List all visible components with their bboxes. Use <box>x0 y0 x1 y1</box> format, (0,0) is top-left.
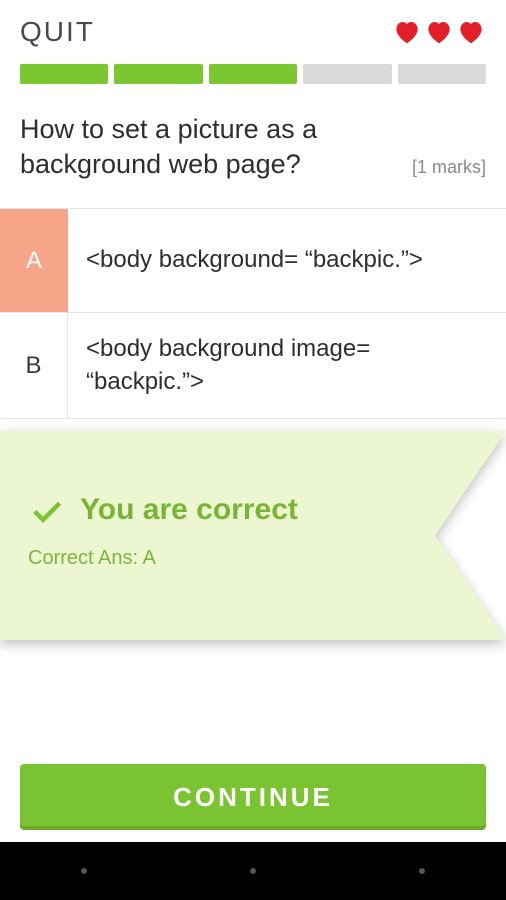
option-key: B <box>0 313 68 418</box>
heart-icon <box>392 17 422 47</box>
heart-icon <box>424 17 454 47</box>
option-a[interactable]: A <body background= “backpic.”> <box>0 209 506 313</box>
nav-home-icon[interactable] <box>250 868 256 874</box>
progress-segment <box>303 64 391 84</box>
progress-segment <box>398 64 486 84</box>
header: QUIT <box>0 0 506 52</box>
feedback-subtitle: Correct Ans: A <box>28 547 478 570</box>
hearts-container <box>392 17 486 47</box>
quit-button[interactable]: QUIT <box>20 16 95 48</box>
progress-segment <box>209 64 297 84</box>
progress-segment <box>20 64 108 84</box>
question-block: How to set a picture as a background web… <box>0 102 506 208</box>
heart-icon <box>456 17 486 47</box>
options-list: A <body background= “backpic.”> B <body … <box>0 208 506 419</box>
android-navbar <box>0 842 506 900</box>
nav-back-icon[interactable] <box>81 868 87 874</box>
marks-label: [1 marks] <box>412 157 486 182</box>
continue-button[interactable]: CONTINUE <box>20 764 486 830</box>
footer: CONTINUE <box>0 764 506 842</box>
progress-bar <box>0 52 506 102</box>
check-icon <box>28 491 66 529</box>
option-b[interactable]: B <body background image= “backpic.”> <box>0 313 506 419</box>
feedback-title: You are correct <box>80 493 298 527</box>
question-text: How to set a picture as a background web… <box>20 112 400 182</box>
feedback-banner: You are correct Correct Ans: A <box>0 431 506 640</box>
nav-recent-icon[interactable] <box>419 868 425 874</box>
option-key: A <box>0 209 68 312</box>
option-text: <body background= “backpic.”> <box>68 209 506 312</box>
option-text: <body background image= “backpic.”> <box>68 313 506 418</box>
progress-segment <box>114 64 202 84</box>
